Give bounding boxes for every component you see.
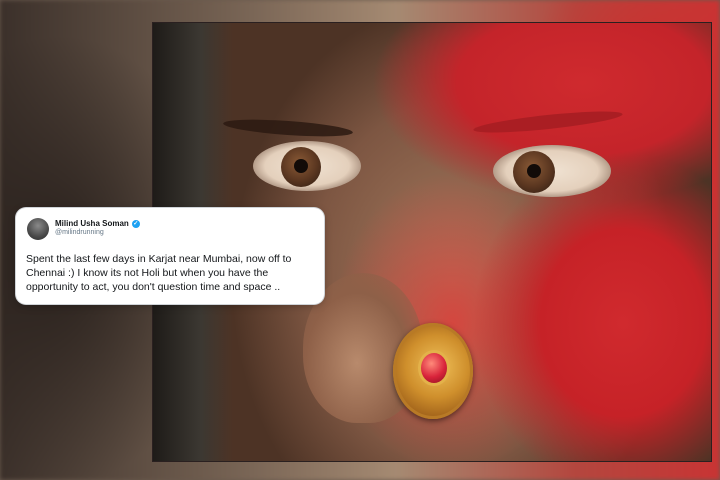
right-eyebrow — [472, 107, 624, 137]
right-pupil — [527, 164, 541, 178]
left-eye — [253, 141, 361, 191]
avatar[interactable] — [27, 218, 49, 240]
author-name[interactable]: Milind Usha Soman ✓ — [55, 219, 140, 228]
right-iris — [513, 151, 555, 193]
left-iris — [281, 147, 321, 187]
left-eyebrow — [222, 116, 354, 140]
tweet-text: Spent the last few days in Karjat near M… — [26, 253, 292, 293]
verified-badge-icon: ✓ — [131, 219, 140, 228]
right-eye — [493, 145, 611, 197]
left-pupil — [294, 159, 308, 173]
author-handle[interactable]: @milindrunning — [55, 229, 104, 236]
tweet-card[interactable]: Milind Usha Soman ✓ @milindrunning Spent… — [16, 208, 324, 304]
nose-ring-stone — [421, 353, 447, 383]
author-name-text[interactable]: Milind Usha Soman — [55, 219, 129, 228]
